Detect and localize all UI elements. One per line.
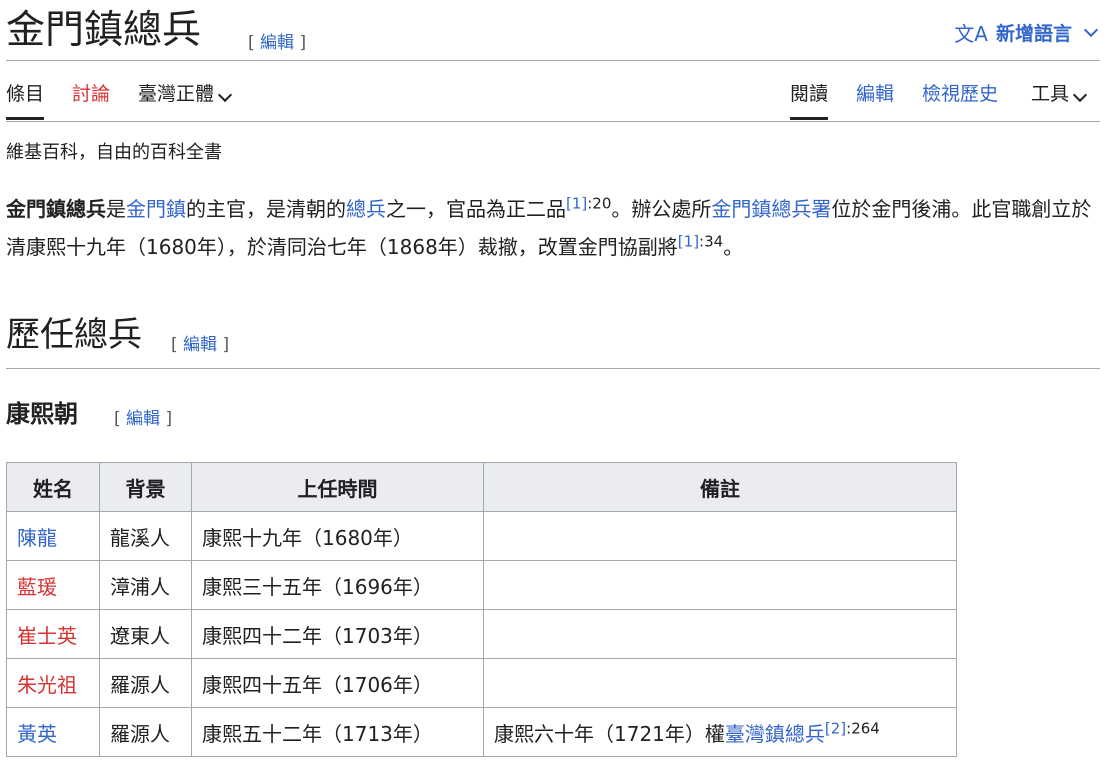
citation-3: [2]:264 [825,719,880,737]
note-cell: 康熙六十年（1721年）權臺灣鎮總兵[2]:264 [483,707,957,757]
subsection-edit: [ 編輯 ] [114,404,172,429]
name-cell: 朱光祖 [6,658,100,708]
table-row: 朱光祖 羅源人 康熙四十五年（1706年） [6,658,957,708]
ref-link[interactable]: [1] [678,232,699,250]
name-cell: 黃英 [6,707,100,757]
tab-talk[interactable]: 討論 [72,82,110,106]
time-cell: 康熙四十二年（1703年） [191,609,484,659]
subsection-heading: 康熙朝 [ 編輯 ] [6,396,172,432]
note-cell [483,560,957,610]
subsection-title: 康熙朝 [6,400,78,428]
section-edit: [ 編輯 ] [171,330,229,355]
background-cell: 漳浦人 [99,560,192,610]
background-cell: 遼東人 [99,609,192,659]
col-start-time: 上任時間 [191,462,484,512]
translate-icon: 文A [954,22,988,46]
person-redlink[interactable]: 朱光祖 [17,673,77,697]
ref-page: :264 [846,718,880,737]
table-row: 黃英 羅源人 康熙五十二年（1713年） 康熙六十年（1721年）權臺灣鎮總兵[… [6,707,957,757]
text: 。辦公處所 [611,197,712,221]
text: 。 [723,235,744,259]
page-title: 金門鎮總兵 [6,8,202,53]
time-cell: 康熙十九年（1680年） [191,511,484,561]
note-cell [483,609,957,659]
ref-page: :20 [587,194,612,213]
bracket-close: ] [165,409,173,429]
name-cell: 崔士英 [6,609,100,659]
background-cell: 羅源人 [99,707,192,757]
edit-subsection-link[interactable]: 編輯 [126,409,160,429]
bold-term: 金門鎮總兵 [6,197,106,221]
col-name: 姓名 [6,462,100,512]
link-jinmen-zhen[interactable]: 金門鎮 [126,197,186,221]
ref-link[interactable]: [2] [825,719,846,737]
bracket-open: [ [171,335,178,355]
tab-read[interactable]: 閱讀 [790,82,829,120]
edit-section-link[interactable]: 編輯 [183,335,217,355]
citation-2: [1]:34 [678,232,723,250]
chevron-down-icon [1072,87,1088,103]
person-link[interactable]: 黃英 [17,722,57,746]
time-cell: 康熙四十五年（1706年） [191,658,484,708]
intro-paragraph: 金門鎮總兵是金門鎮的主官，是清朝的總兵之一，官品為正二品[1]:20。辦公處所金… [6,190,1100,266]
table-header-row: 姓名 背景 上任時間 備註 [6,462,957,512]
name-cell: 藍瑗 [6,560,100,610]
tools-label: 工具 [1031,83,1070,105]
person-link[interactable]: 陳龍 [17,526,57,550]
bracket-close: ] [222,335,230,355]
tab-tools[interactable]: 工具 [1031,82,1088,106]
add-language-button[interactable]: 文A 新增語言 [954,18,1099,47]
bracket-close: ] [299,33,307,53]
background-cell: 羅源人 [99,658,192,708]
tab-variant[interactable]: 臺灣正體 [138,82,233,106]
time-cell: 康熙三十五年（1696年） [191,560,484,610]
col-background: 背景 [99,462,192,512]
background-cell: 龍溪人 [99,511,192,561]
table-row: 崔士英 遼東人 康熙四十二年（1703年） [6,609,957,659]
link-office[interactable]: 金門鎮總兵署 [711,197,831,221]
add-language-label: 新增語言 [995,23,1072,45]
note-cell [483,511,957,561]
name-cell: 陳龍 [6,511,100,561]
page-tabs: 條目 討論 臺灣正體 閱讀 編輯 檢視歷史 工具 [6,60,1100,122]
text: 之一，官品為正二品 [386,197,566,221]
ref-link[interactable]: [1] [566,194,587,212]
bracket-open: [ [114,409,121,429]
time-cell: 康熙五十二年（1713年） [191,707,484,757]
person-redlink[interactable]: 崔士英 [17,624,77,648]
citation-1: [1]:20 [566,194,611,212]
tab-history[interactable]: 檢視歷史 [922,82,998,106]
table-row: 藍瑗 漳浦人 康熙三十五年（1696年） [6,560,957,610]
commanders-table: 姓名 背景 上任時間 備註 陳龍 龍溪人 康熙十九年（1680年） 藍瑗 漳浦人… [6,462,957,757]
link-zongbing[interactable]: 總兵 [346,197,386,221]
variant-label: 臺灣正體 [138,83,215,105]
text: 的主官，是清朝的 [186,197,346,221]
section-heading: 歷任總兵 [ 編輯 ] [6,312,1100,369]
col-notes: 備註 [483,462,957,512]
note-text: 康熙六十年（1721年）權 [494,721,725,746]
note-cell [483,658,957,708]
text: 是 [106,197,126,221]
tab-article[interactable]: 條目 [6,82,45,120]
title-edit: [ 編輯 ] [248,28,306,53]
table-row: 陳龍 龍溪人 康熙十九年（1680年） [6,511,957,561]
section-title: 歷任總兵 [6,315,142,355]
ref-page: :34 [699,232,724,251]
chevron-down-icon [1083,22,1099,37]
bracket-open: [ [248,33,255,53]
person-redlink[interactable]: 藍瑗 [17,575,57,599]
chevron-down-icon [217,87,233,103]
title-bar: 金門鎮總兵 [ 編輯 ] 文A 新增語言 [6,0,1100,61]
edit-title-link[interactable]: 編輯 [260,33,294,53]
site-tagline: 維基百科，自由的百科全書 [6,142,222,163]
tab-edit[interactable]: 編輯 [856,82,894,106]
note-link[interactable]: 臺灣鎮總兵 [725,722,825,746]
